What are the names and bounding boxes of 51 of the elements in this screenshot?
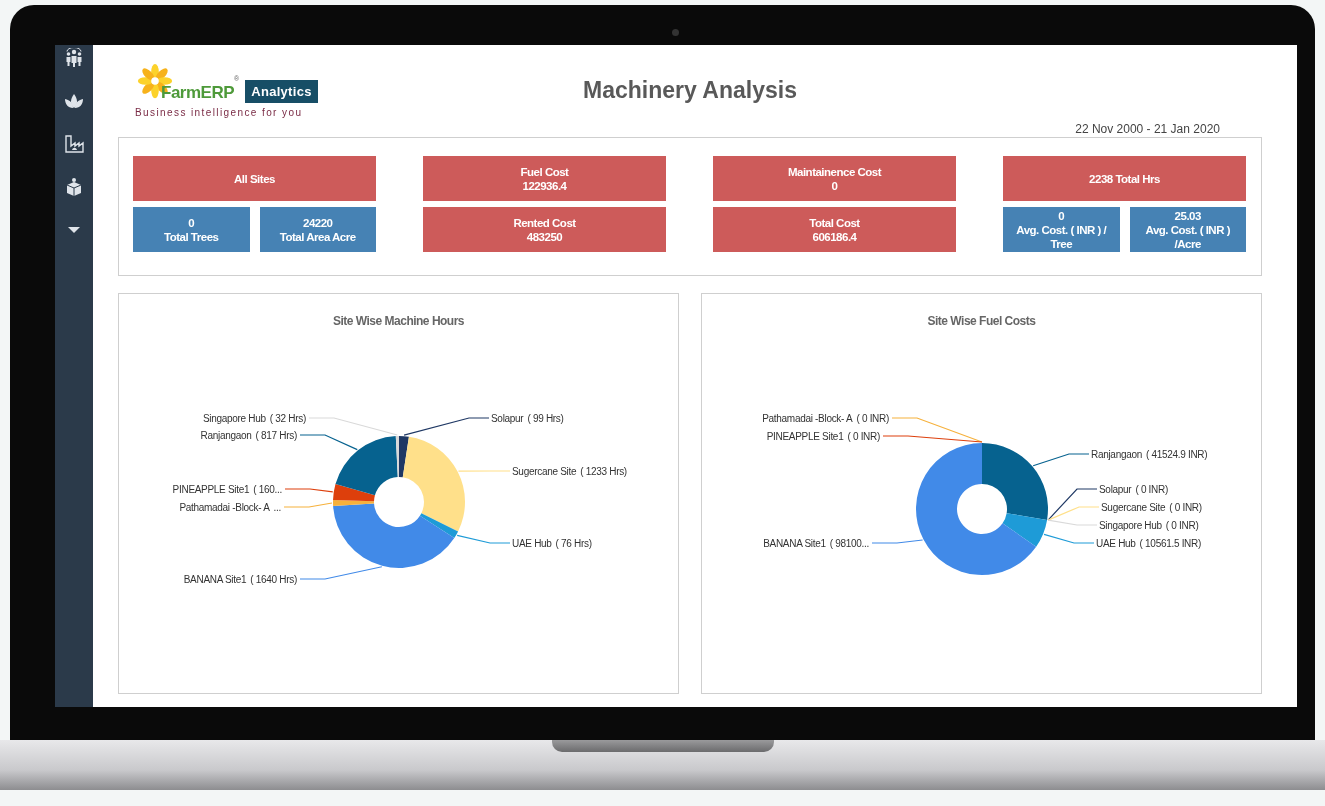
leader-line xyxy=(1032,453,1090,467)
summary-tile: Fuel Cost 122936.4 xyxy=(423,156,666,201)
leader-line xyxy=(457,470,511,472)
leader-line xyxy=(284,488,334,493)
slice-label: Sugercane Site ( 0 INR) xyxy=(1101,502,1202,513)
leader-line xyxy=(456,534,511,544)
summary-tile: 0 Avg. Cost. ( INR ) / Tree xyxy=(1003,207,1120,252)
leader-line xyxy=(871,539,924,544)
slice-label: Pathamadai -Block- A ... xyxy=(179,502,281,513)
tagline: Business intelligence for you xyxy=(135,107,304,118)
people-icon[interactable] xyxy=(64,48,84,68)
donut-slice[interactable] xyxy=(335,436,398,496)
summary-tile: Maintainence Cost 0 xyxy=(713,156,956,201)
summary-tile: 24220 Total Area Acre xyxy=(259,207,376,252)
donut-slice[interactable] xyxy=(916,443,1037,575)
donut-slice[interactable] xyxy=(1002,513,1048,547)
summary-tile: 0 Total Trees xyxy=(133,207,250,252)
camera-icon xyxy=(672,29,679,36)
product-badge: Analytics xyxy=(245,80,318,103)
slice-label: Pathamadai -Block- A ( 0 INR) xyxy=(762,413,889,424)
slice-label: PINEAPPLE Site1 ( 160... xyxy=(172,484,282,495)
summary-tile: Total Cost 606186.4 xyxy=(713,207,956,252)
summary-tile: Rented Cost 483250 xyxy=(423,207,666,252)
slice-label: Ranjangaon ( 41524.9 INR) xyxy=(1091,449,1208,460)
factory-icon[interactable] xyxy=(64,134,84,154)
slice-label: Singapore Hub ( 0 INR) xyxy=(1099,520,1199,531)
leader-line xyxy=(1043,533,1095,544)
brand-name: FarmERP xyxy=(161,83,235,103)
donut-slice[interactable] xyxy=(399,436,409,478)
chart-title: Site Wise Fuel Costs xyxy=(926,314,1037,330)
slice-label: BANANA Site1 ( 1640 Hrs) xyxy=(183,574,297,585)
page-title: Machinery Analysis xyxy=(583,77,797,104)
donut-slice[interactable] xyxy=(402,436,465,532)
summary-tile: 2238 Total Hrs xyxy=(1003,156,1246,201)
slice-label: BANANA Site1 ( 98100... xyxy=(763,538,869,549)
slice-label: UAE Hub ( 10561.5 INR) xyxy=(1096,538,1201,549)
summary-tile: 25.03 Avg. Cost. ( INR ) /Acre xyxy=(1129,207,1246,252)
slice-label: Solapur ( 0 INR) xyxy=(1099,484,1168,495)
slice-label: Ranjangaon ( 817 Hrs) xyxy=(200,430,297,441)
date-range: 22 Nov 2000 - 21 Jan 2020 xyxy=(1075,122,1220,136)
donut-slice[interactable] xyxy=(982,443,1048,520)
summary-tile: All Sites xyxy=(133,156,376,201)
slice-label: Sugercane Site ( 1233 Hrs) xyxy=(512,466,627,477)
slice-label: PINEAPPLE Site1 ( 0 INR) xyxy=(766,431,880,442)
slice-label: Solapur ( 99 Hrs) xyxy=(491,413,564,424)
donut-slice[interactable] xyxy=(395,436,399,478)
leader-line xyxy=(283,502,333,508)
chart-title: Site Wise Machine Hours xyxy=(331,314,466,330)
slice-label: Singapore Hub ( 32 Hrs) xyxy=(202,413,306,424)
slice-label: UAE Hub ( 76 Hrs) xyxy=(512,538,592,549)
box-icon[interactable] xyxy=(64,177,84,197)
